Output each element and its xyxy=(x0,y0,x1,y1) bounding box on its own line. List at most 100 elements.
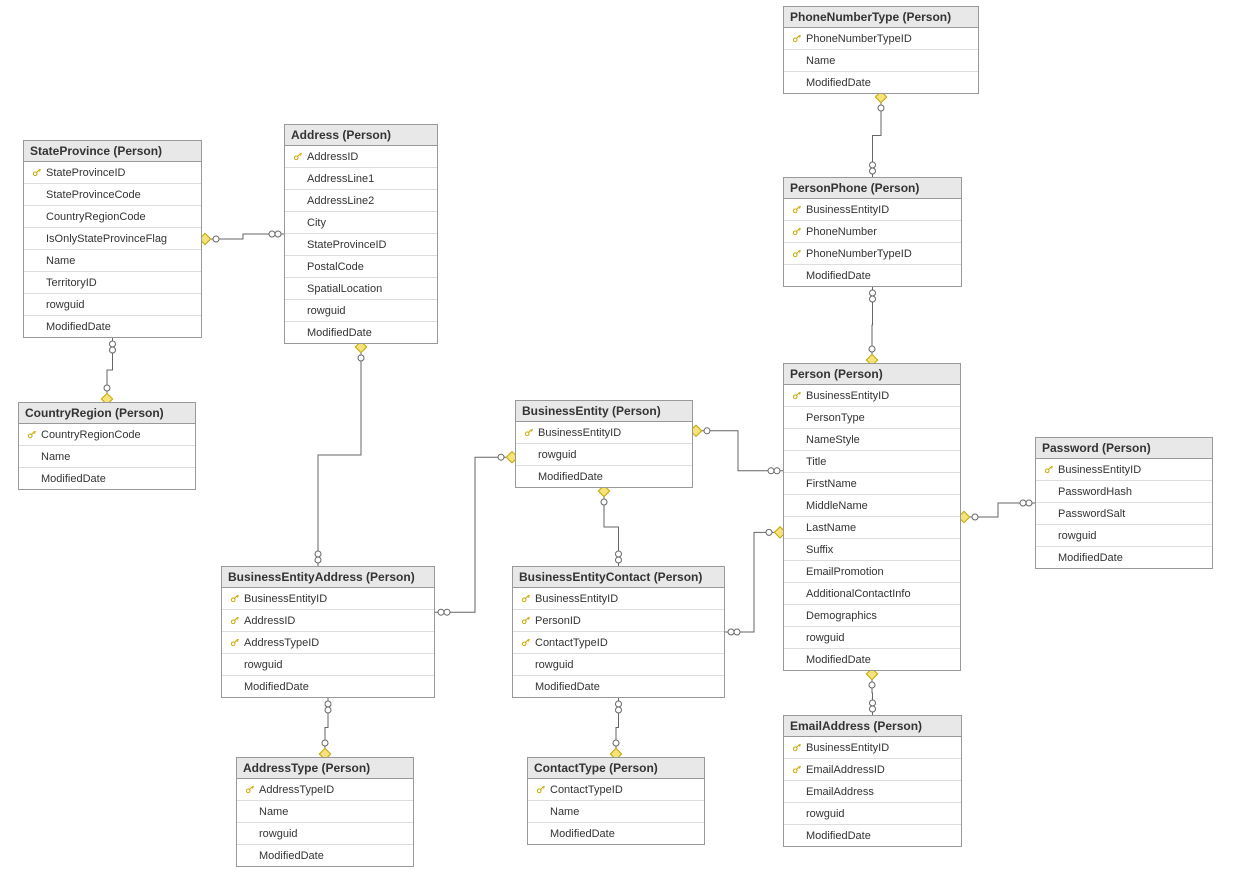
table-column-row[interactable]: TerritoryID xyxy=(24,272,201,294)
table-column-row[interactable]: StateProvinceID xyxy=(24,162,201,184)
table-column-row[interactable]: AddressLine1 xyxy=(285,168,437,190)
table-column-row[interactable]: ModifiedDate xyxy=(222,676,434,697)
table-header[interactable]: AddressType (Person) xyxy=(237,758,413,779)
table-column-row[interactable]: FirstName xyxy=(784,473,960,495)
table-column-row[interactable]: ModifiedDate xyxy=(237,845,413,866)
table-column-row[interactable]: IsOnlyStateProvinceFlag xyxy=(24,228,201,250)
table-header[interactable]: Password (Person) xyxy=(1036,438,1212,459)
table-column-row[interactable]: ModifiedDate xyxy=(784,265,961,286)
table-column-row[interactable]: Title xyxy=(784,451,960,473)
table-header[interactable]: EmailAddress (Person) xyxy=(784,716,961,737)
table-column-row[interactable]: ModifiedDate xyxy=(784,825,961,846)
table-EmailAddress[interactable]: EmailAddress (Person)BusinessEntityIDEma… xyxy=(783,715,962,847)
table-column-row[interactable]: NameStyle xyxy=(784,429,960,451)
table-column-row[interactable]: Suffix xyxy=(784,539,960,561)
table-column-row[interactable]: Name xyxy=(528,801,704,823)
table-header[interactable]: PhoneNumberType (Person) xyxy=(784,7,978,28)
table-column-row[interactable]: PersonID xyxy=(513,610,724,632)
table-PhoneNumberType[interactable]: PhoneNumberType (Person)PhoneNumberTypeI… xyxy=(783,6,979,94)
table-header[interactable]: BusinessEntityContact (Person) xyxy=(513,567,724,588)
table-CountryRegion[interactable]: CountryRegion (Person)CountryRegionCodeN… xyxy=(18,402,196,490)
many-end-marker xyxy=(728,629,740,635)
table-column-row[interactable]: EmailAddressID xyxy=(784,759,961,781)
table-column-row[interactable]: SpatialLocation xyxy=(285,278,437,300)
table-column-row[interactable]: BusinessEntityID xyxy=(784,737,961,759)
table-column-row[interactable]: ContactTypeID xyxy=(513,632,724,654)
table-column-row[interactable]: PasswordSalt xyxy=(1036,503,1212,525)
table-column-row[interactable]: AddressID xyxy=(285,146,437,168)
table-PersonPhone[interactable]: PersonPhone (Person)BusinessEntityIDPhon… xyxy=(783,177,962,287)
table-column-row[interactable]: Name xyxy=(24,250,201,272)
table-column-row[interactable]: ModifiedDate xyxy=(1036,547,1212,568)
table-column-row[interactable]: rowguid xyxy=(784,627,960,649)
table-column-row[interactable]: StateProvinceCode xyxy=(24,184,201,206)
table-column-row[interactable]: rowguid xyxy=(784,803,961,825)
table-BusinessEntityAddress[interactable]: BusinessEntityAddress (Person)BusinessEn… xyxy=(221,566,435,698)
table-header[interactable]: ContactType (Person) xyxy=(528,758,704,779)
table-column-row[interactable]: ModifiedDate xyxy=(24,316,201,337)
table-column-row[interactable]: ModifiedDate xyxy=(516,466,692,487)
table-column-row[interactable]: AdditionalContactInfo xyxy=(784,583,960,605)
table-column-row[interactable]: PersonType xyxy=(784,407,960,429)
table-column-row[interactable]: EmailAddress xyxy=(784,781,961,803)
table-column-row[interactable]: ModifiedDate xyxy=(19,468,195,489)
table-column-row[interactable]: MiddleName xyxy=(784,495,960,517)
table-column-row[interactable]: BusinessEntityID xyxy=(1036,459,1212,481)
table-column-row[interactable]: City xyxy=(285,212,437,234)
table-column-row[interactable]: rowguid xyxy=(24,294,201,316)
table-column-row[interactable]: ModifiedDate xyxy=(513,676,724,697)
table-header[interactable]: StateProvince (Person) xyxy=(24,141,201,162)
table-column-row[interactable]: PhoneNumberTypeID xyxy=(784,28,978,50)
table-column-row[interactable]: BusinessEntityID xyxy=(784,385,960,407)
table-column-row[interactable]: BusinessEntityID xyxy=(513,588,724,610)
table-column-row[interactable]: rowguid xyxy=(1036,525,1212,547)
table-column-row[interactable]: Name xyxy=(19,446,195,468)
table-column-row[interactable]: BusinessEntityID xyxy=(784,199,961,221)
table-column-row[interactable]: AddressTypeID xyxy=(237,779,413,801)
table-BusinessEntity[interactable]: BusinessEntity (Person)BusinessEntityIDr… xyxy=(515,400,693,488)
table-column-row[interactable]: AddressLine2 xyxy=(285,190,437,212)
table-column-row[interactable]: Name xyxy=(237,801,413,823)
table-Password[interactable]: Password (Person)BusinessEntityIDPasswor… xyxy=(1035,437,1213,569)
column-name: LastName xyxy=(804,522,856,534)
table-column-row[interactable]: AddressTypeID xyxy=(222,632,434,654)
table-header[interactable]: CountryRegion (Person) xyxy=(19,403,195,424)
table-column-row[interactable]: PhoneNumber xyxy=(784,221,961,243)
table-column-row[interactable]: StateProvinceID xyxy=(285,234,437,256)
key-cell xyxy=(788,764,804,775)
table-column-row[interactable]: BusinessEntityID xyxy=(516,422,692,444)
table-column-row[interactable]: CountryRegionCode xyxy=(24,206,201,228)
table-header[interactable]: BusinessEntity (Person) xyxy=(516,401,692,422)
table-column-row[interactable]: rowguid xyxy=(513,654,724,676)
table-column-row[interactable]: PhoneNumberTypeID xyxy=(784,243,961,265)
table-column-row[interactable]: BusinessEntityID xyxy=(222,588,434,610)
table-ContactType[interactable]: ContactType (Person)ContactTypeIDNameMod… xyxy=(527,757,705,845)
table-column-row[interactable]: rowguid xyxy=(237,823,413,845)
table-column-row[interactable]: AddressID xyxy=(222,610,434,632)
table-BusinessEntityContact[interactable]: BusinessEntityContact (Person)BusinessEn… xyxy=(512,566,725,698)
table-header[interactable]: BusinessEntityAddress (Person) xyxy=(222,567,434,588)
table-column-row[interactable]: PasswordHash xyxy=(1036,481,1212,503)
table-Person[interactable]: Person (Person)BusinessEntityIDPersonTyp… xyxy=(783,363,961,671)
table-column-row[interactable]: EmailPromotion xyxy=(784,561,960,583)
table-column-row[interactable]: ModifiedDate xyxy=(285,322,437,343)
table-AddressType[interactable]: AddressType (Person)AddressTypeIDNamerow… xyxy=(236,757,414,867)
table-column-row[interactable]: ModifiedDate xyxy=(528,823,704,844)
table-column-row[interactable]: ContactTypeID xyxy=(528,779,704,801)
table-column-row[interactable]: rowguid xyxy=(516,444,692,466)
table-column-row[interactable]: Demographics xyxy=(784,605,960,627)
table-header[interactable]: Person (Person) xyxy=(784,364,960,385)
table-Address[interactable]: Address (Person)AddressIDAddressLine1Add… xyxy=(284,124,438,344)
table-column-row[interactable]: rowguid xyxy=(285,300,437,322)
table-column-row[interactable]: PostalCode xyxy=(285,256,437,278)
table-header[interactable]: PersonPhone (Person) xyxy=(784,178,961,199)
table-column-row[interactable]: LastName xyxy=(784,517,960,539)
table-StateProvince[interactable]: StateProvince (Person)StateProvinceIDSta… xyxy=(23,140,202,338)
primary-key-icon xyxy=(791,226,802,237)
table-column-row[interactable]: CountryRegionCode xyxy=(19,424,195,446)
table-column-row[interactable]: ModifiedDate xyxy=(784,72,978,93)
table-column-row[interactable]: ModifiedDate xyxy=(784,649,960,670)
table-header[interactable]: Address (Person) xyxy=(285,125,437,146)
table-column-row[interactable]: Name xyxy=(784,50,978,72)
table-column-row[interactable]: rowguid xyxy=(222,654,434,676)
